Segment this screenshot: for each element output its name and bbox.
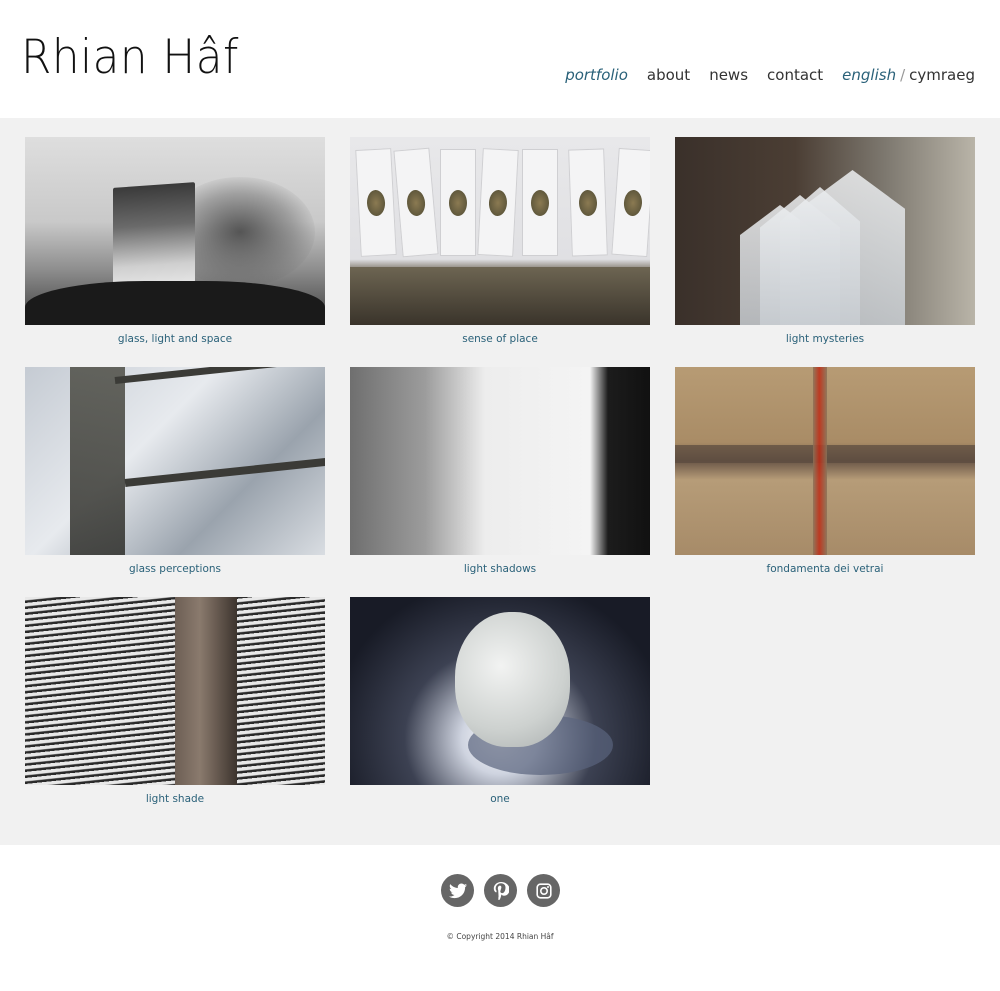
gallery-caption[interactable]: light shade bbox=[25, 793, 325, 805]
pinterest-icon[interactable] bbox=[484, 874, 517, 907]
gallery-thumbnail[interactable] bbox=[25, 367, 325, 555]
gallery-thumbnail[interactable] bbox=[675, 137, 975, 325]
gallery-item[interactable]: fondamenta dei vetrai bbox=[675, 367, 975, 597]
gallery-thumbnail[interactable] bbox=[25, 137, 325, 325]
site-header: Rhian Hâf portfolio about news contact e… bbox=[0, 0, 1000, 118]
gallery-item[interactable]: sense of place bbox=[350, 137, 650, 367]
site-footer: © Copyright 2014 Rhian Hâf bbox=[0, 845, 1000, 991]
gallery-item[interactable]: glass perceptions bbox=[25, 367, 325, 597]
lang-separator: / bbox=[900, 66, 906, 84]
language-switcher: english / cymraeg bbox=[842, 66, 975, 84]
gallery-item[interactable]: light shade bbox=[25, 597, 325, 827]
gallery-caption[interactable]: light mysteries bbox=[675, 333, 975, 345]
lang-english[interactable]: english bbox=[842, 66, 896, 84]
nav-portfolio[interactable]: portfolio bbox=[565, 66, 628, 84]
gallery-thumbnail[interactable] bbox=[350, 367, 650, 555]
gallery-thumbnail[interactable] bbox=[350, 597, 650, 785]
gallery-caption[interactable]: glass perceptions bbox=[25, 563, 325, 575]
gallery-item[interactable]: one bbox=[350, 597, 650, 827]
gallery-caption[interactable]: one bbox=[350, 793, 650, 805]
gallery-item[interactable]: light mysteries bbox=[675, 137, 975, 367]
main-nav: portfolio about news contact english / c… bbox=[546, 66, 975, 84]
gallery-thumbnail[interactable] bbox=[350, 137, 650, 325]
lang-cymraeg[interactable]: cymraeg bbox=[909, 66, 975, 84]
twitter-icon[interactable] bbox=[441, 874, 474, 907]
gallery-thumbnail[interactable] bbox=[25, 597, 325, 785]
gallery-item[interactable]: glass, light and space bbox=[25, 137, 325, 367]
portfolio-gallery: glass, light and space sense of place li… bbox=[0, 118, 1000, 845]
gallery-caption[interactable]: light shadows bbox=[350, 563, 650, 575]
nav-contact[interactable]: contact bbox=[767, 66, 823, 84]
social-links bbox=[441, 874, 570, 907]
nav-about[interactable]: about bbox=[647, 66, 690, 84]
gallery-item[interactable]: light shadows bbox=[350, 367, 650, 597]
gallery-caption[interactable]: fondamenta dei vetrai bbox=[675, 563, 975, 575]
site-title[interactable]: Rhian Hâf bbox=[21, 30, 239, 85]
instagram-icon[interactable] bbox=[527, 874, 560, 907]
gallery-caption[interactable]: glass, light and space bbox=[25, 333, 325, 345]
gallery-thumbnail[interactable] bbox=[675, 367, 975, 555]
copyright-text: © Copyright 2014 Rhian Hâf bbox=[446, 932, 554, 941]
gallery-caption[interactable]: sense of place bbox=[350, 333, 650, 345]
nav-news[interactable]: news bbox=[709, 66, 748, 84]
